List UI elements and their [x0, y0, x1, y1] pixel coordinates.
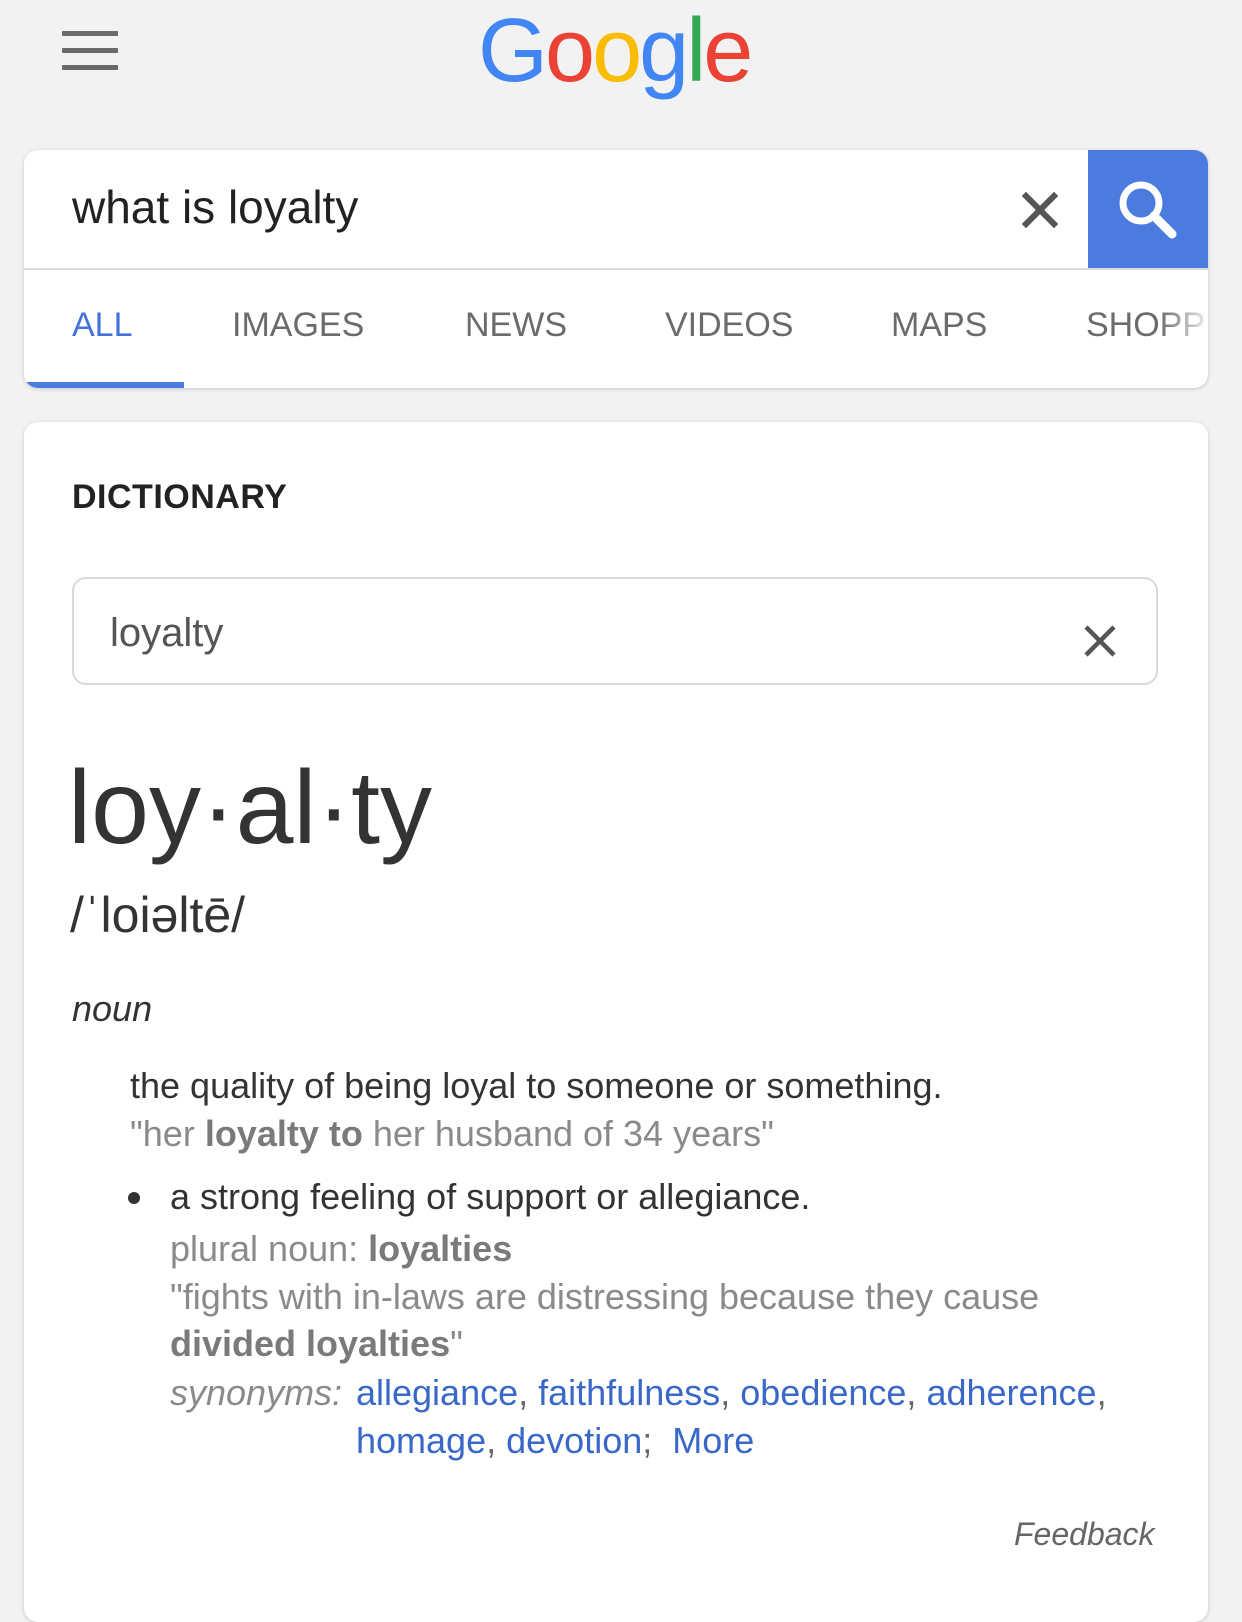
tab-images[interactable]: IMAGES	[232, 306, 364, 345]
synonym-link[interactable]: faithfulness	[538, 1372, 720, 1413]
tab-all[interactable]: ALL	[72, 306, 133, 345]
plural-label: plural noun:	[170, 1228, 369, 1269]
search-bar: what is loyalty	[24, 150, 1208, 270]
feedback-link[interactable]: Feedback	[1014, 1516, 1155, 1553]
definition-2: a strong feeling of support or allegianc…	[170, 1176, 811, 1217]
plural-value: loyalties	[368, 1228, 513, 1269]
search-card: what is loyalty ALL IMAGES NEWS VIDEOS M…	[24, 150, 1208, 388]
logo-letter: o	[592, 1, 642, 101]
tab-maps[interactable]: MAPS	[891, 306, 987, 345]
logo-letter: G	[478, 1, 548, 101]
more-synonyms-link[interactable]: More	[672, 1420, 754, 1461]
logo-letter: e	[703, 1, 753, 101]
example-1: "her loyalty to her husband of 34 years"	[130, 1113, 774, 1155]
headword: loy·al·ty	[68, 750, 433, 866]
example-2-line1: "fights with in-laws are distressing bec…	[170, 1276, 1040, 1317]
clear-search-icon[interactable]	[1012, 182, 1068, 238]
logo-letter: o	[545, 1, 595, 101]
synonym-link[interactable]: adherence	[926, 1372, 1096, 1413]
bullet	[128, 1192, 140, 1204]
synonyms-line-2: homage, devotion; More	[356, 1420, 755, 1461]
definition-1: the quality of being loyal to someone or…	[130, 1065, 943, 1106]
synonym-link[interactable]: obedience	[740, 1372, 906, 1413]
search-tabs: ALL IMAGES NEWS VIDEOS MAPS SHOPP	[24, 270, 1208, 388]
menu-icon[interactable]	[62, 31, 118, 71]
dictionary-search-box: loyalty	[72, 577, 1158, 685]
tab-shopping[interactable]: SHOPP	[1086, 306, 1208, 345]
example-1-after: her husband of 34 years"	[362, 1113, 774, 1154]
dictionary-card: DICTIONARY loyalty loy·al·ty /ˈloiəltē/ …	[24, 422, 1208, 1622]
example-2-line2: divided loyalties"	[170, 1323, 463, 1365]
search-input[interactable]: what is loyalty	[72, 180, 358, 234]
dictionary-clear-icon[interactable]	[1078, 619, 1122, 663]
example-1-before: "her	[130, 1113, 205, 1154]
synonym-link[interactable]: devotion	[506, 1420, 642, 1461]
logo-letter: g	[639, 1, 689, 101]
active-tab-indicator	[24, 382, 184, 388]
synonym-link[interactable]: homage	[356, 1420, 486, 1461]
example-2-bold: divided loyalties	[170, 1323, 451, 1364]
part-of-speech: noun	[72, 988, 153, 1029]
dictionary-title: DICTIONARY	[72, 478, 288, 516]
logo-letter: l	[686, 1, 706, 101]
synonyms-label: synonyms:	[170, 1372, 343, 1413]
example-2-end: "	[450, 1323, 463, 1364]
tab-videos[interactable]: VIDEOS	[665, 306, 793, 345]
synonym-link[interactable]: allegiance	[356, 1372, 518, 1413]
google-logo[interactable]: Google	[478, 1, 753, 101]
tab-news[interactable]: NEWS	[465, 306, 567, 345]
synonyms-line-1: allegiance, faithfulness, obedience, adh…	[356, 1372, 1107, 1413]
plural-noun: plural noun: loyalties	[170, 1228, 512, 1270]
phonetic: /ˈloiəltē/	[70, 887, 246, 943]
example-1-bold: loyalty to	[204, 1113, 363, 1154]
dictionary-search-input[interactable]: loyalty	[110, 611, 223, 656]
search-icon	[1119, 181, 1177, 239]
search-button[interactable]	[1088, 150, 1208, 268]
